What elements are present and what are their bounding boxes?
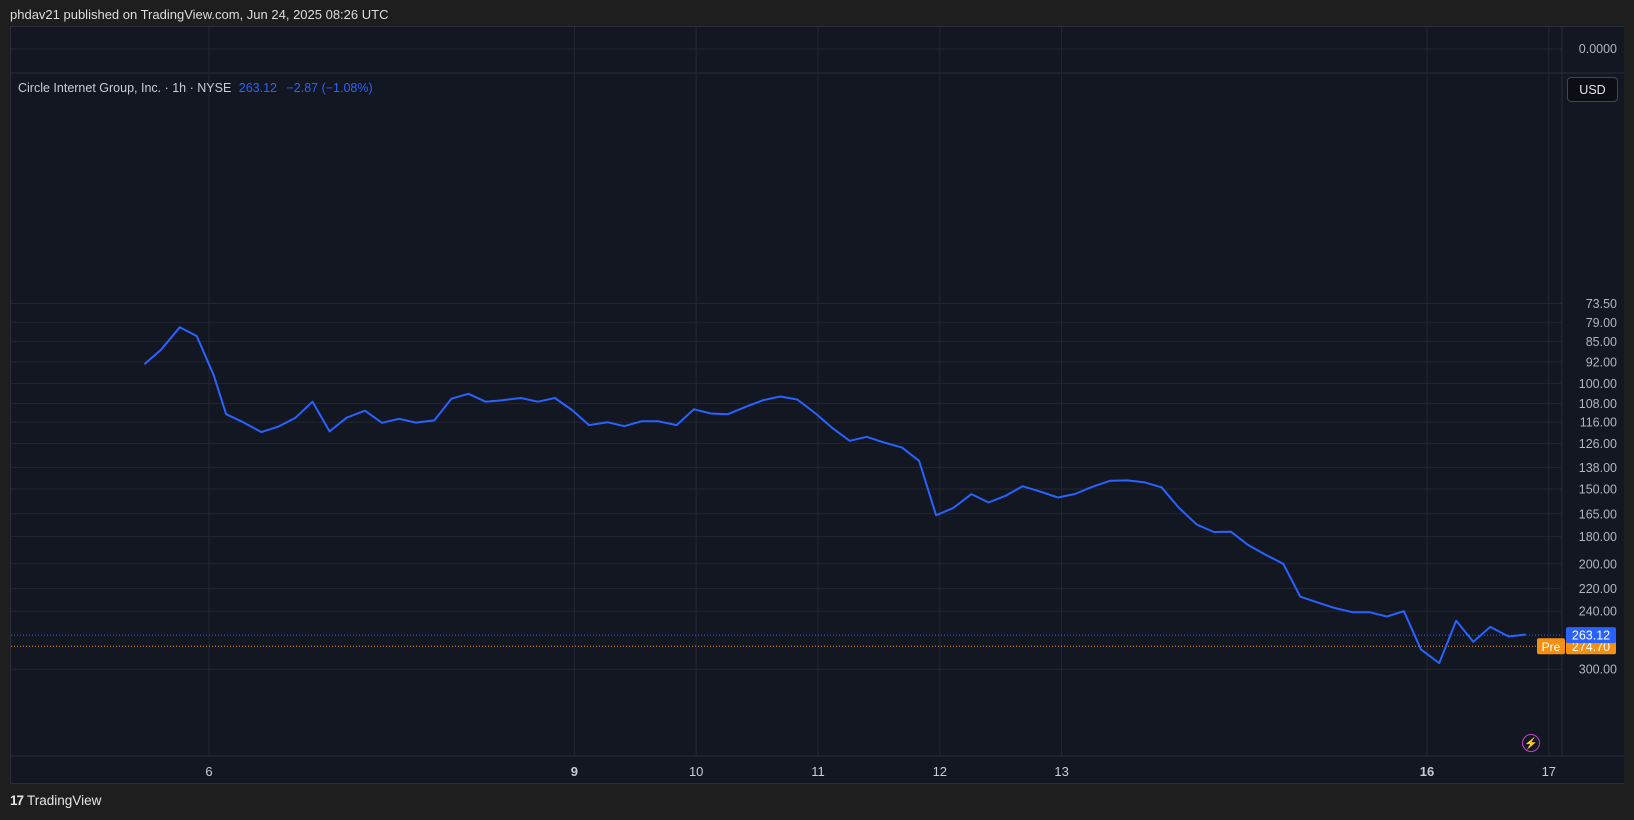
- currency-button[interactable]: USD: [1567, 77, 1618, 102]
- x-tick-label: 6: [205, 764, 212, 779]
- y-tick-label: 100.00: [1579, 377, 1617, 391]
- legend-change: −2.87 (−1.08%): [286, 81, 373, 95]
- premarket-tag-label: Pre: [1542, 640, 1561, 654]
- tradingview-logo-icon: 17: [10, 793, 24, 808]
- y-tick-label: 150.00: [1579, 483, 1617, 497]
- y-tick-label: 240.00: [1579, 605, 1617, 619]
- last-price-label: 263.12: [1572, 629, 1610, 643]
- y-tick-label: 300.00: [1579, 663, 1617, 677]
- lightning-icon[interactable]: ⚡: [1522, 734, 1540, 752]
- plot-background: [11, 27, 1562, 756]
- chart-canvas[interactable]: 0.0000 300.00 240.00 220.00 200.00 180.00 165.…: [0, 0, 1634, 820]
- y-tick-label: 73.50: [1586, 297, 1617, 311]
- symbol-legend[interactable]: Circle Internet Group, Inc. · 1h · NYSE …: [18, 81, 373, 95]
- legend-last-price: 263.12: [238, 81, 277, 95]
- x-tick-label: 10: [689, 764, 703, 779]
- y-tick-label: 116.00: [1580, 416, 1617, 430]
- y-tick-label: 108.00: [1579, 397, 1617, 411]
- axis-corner: [1562, 756, 1624, 783]
- y-tick-label: 126.00: [1579, 437, 1617, 451]
- x-tick-label: 13: [1054, 764, 1068, 779]
- x-tick-label: 9: [571, 764, 578, 779]
- x-tick-label: 12: [933, 764, 947, 779]
- top-pane-tick-label: 0.0000: [1579, 42, 1617, 56]
- symbol-title: Circle Internet Group, Inc. · 1h · NYSE: [18, 81, 232, 95]
- y-tick-label: 79.00: [1586, 316, 1617, 330]
- y-tick-label: 85.00: [1586, 335, 1617, 349]
- y-tick-label: 180.00: [1579, 530, 1617, 544]
- footer-branding: 17 TradingView: [10, 793, 101, 808]
- x-tick-label: 11: [811, 764, 825, 779]
- y-tick-label: 165.00: [1579, 507, 1617, 521]
- y-tick-label: 200.00: [1579, 557, 1617, 571]
- time-axis-background: [11, 756, 1562, 783]
- y-tick-label: 220.00: [1579, 582, 1617, 596]
- x-tick-label: 17: [1542, 764, 1556, 779]
- x-tick-label: 16: [1420, 764, 1434, 779]
- y-tick-label: 92.00: [1586, 355, 1617, 369]
- y-tick-label: 138.00: [1579, 461, 1617, 475]
- footer-brand-name: TradingView: [27, 793, 102, 808]
